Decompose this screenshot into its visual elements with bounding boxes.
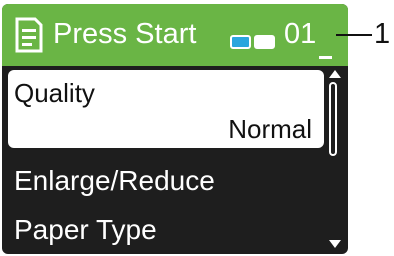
lcd-screen: Press Start 01 Quality Normal Enlarge/Re… [2,4,348,254]
menu-item-paper-type[interactable]: Paper Type [14,214,157,246]
copy-count-cursor [319,56,332,59]
callout-number: 1 [374,18,391,50]
scrollbar[interactable] [327,70,343,250]
menu-item-quality[interactable]: Quality Normal [8,70,324,148]
quality-label: Quality [14,78,95,108]
scroll-thumb[interactable] [329,82,337,156]
status-header: Press Start 01 [2,4,348,66]
menu-item-enlarge-reduce[interactable]: Enlarge/Reduce [14,165,215,197]
color-copy-indicator-icon [230,35,251,49]
callout-leader-line [336,34,372,36]
scroll-down-arrow-icon[interactable] [329,240,341,248]
press-start-title: Press Start [53,18,197,50]
mono-copy-indicator-icon [254,35,275,49]
copy-count: 01 [284,18,317,50]
document-icon [15,17,43,53]
scroll-up-arrow-icon[interactable] [329,70,341,78]
quality-value: Normal [228,114,312,144]
